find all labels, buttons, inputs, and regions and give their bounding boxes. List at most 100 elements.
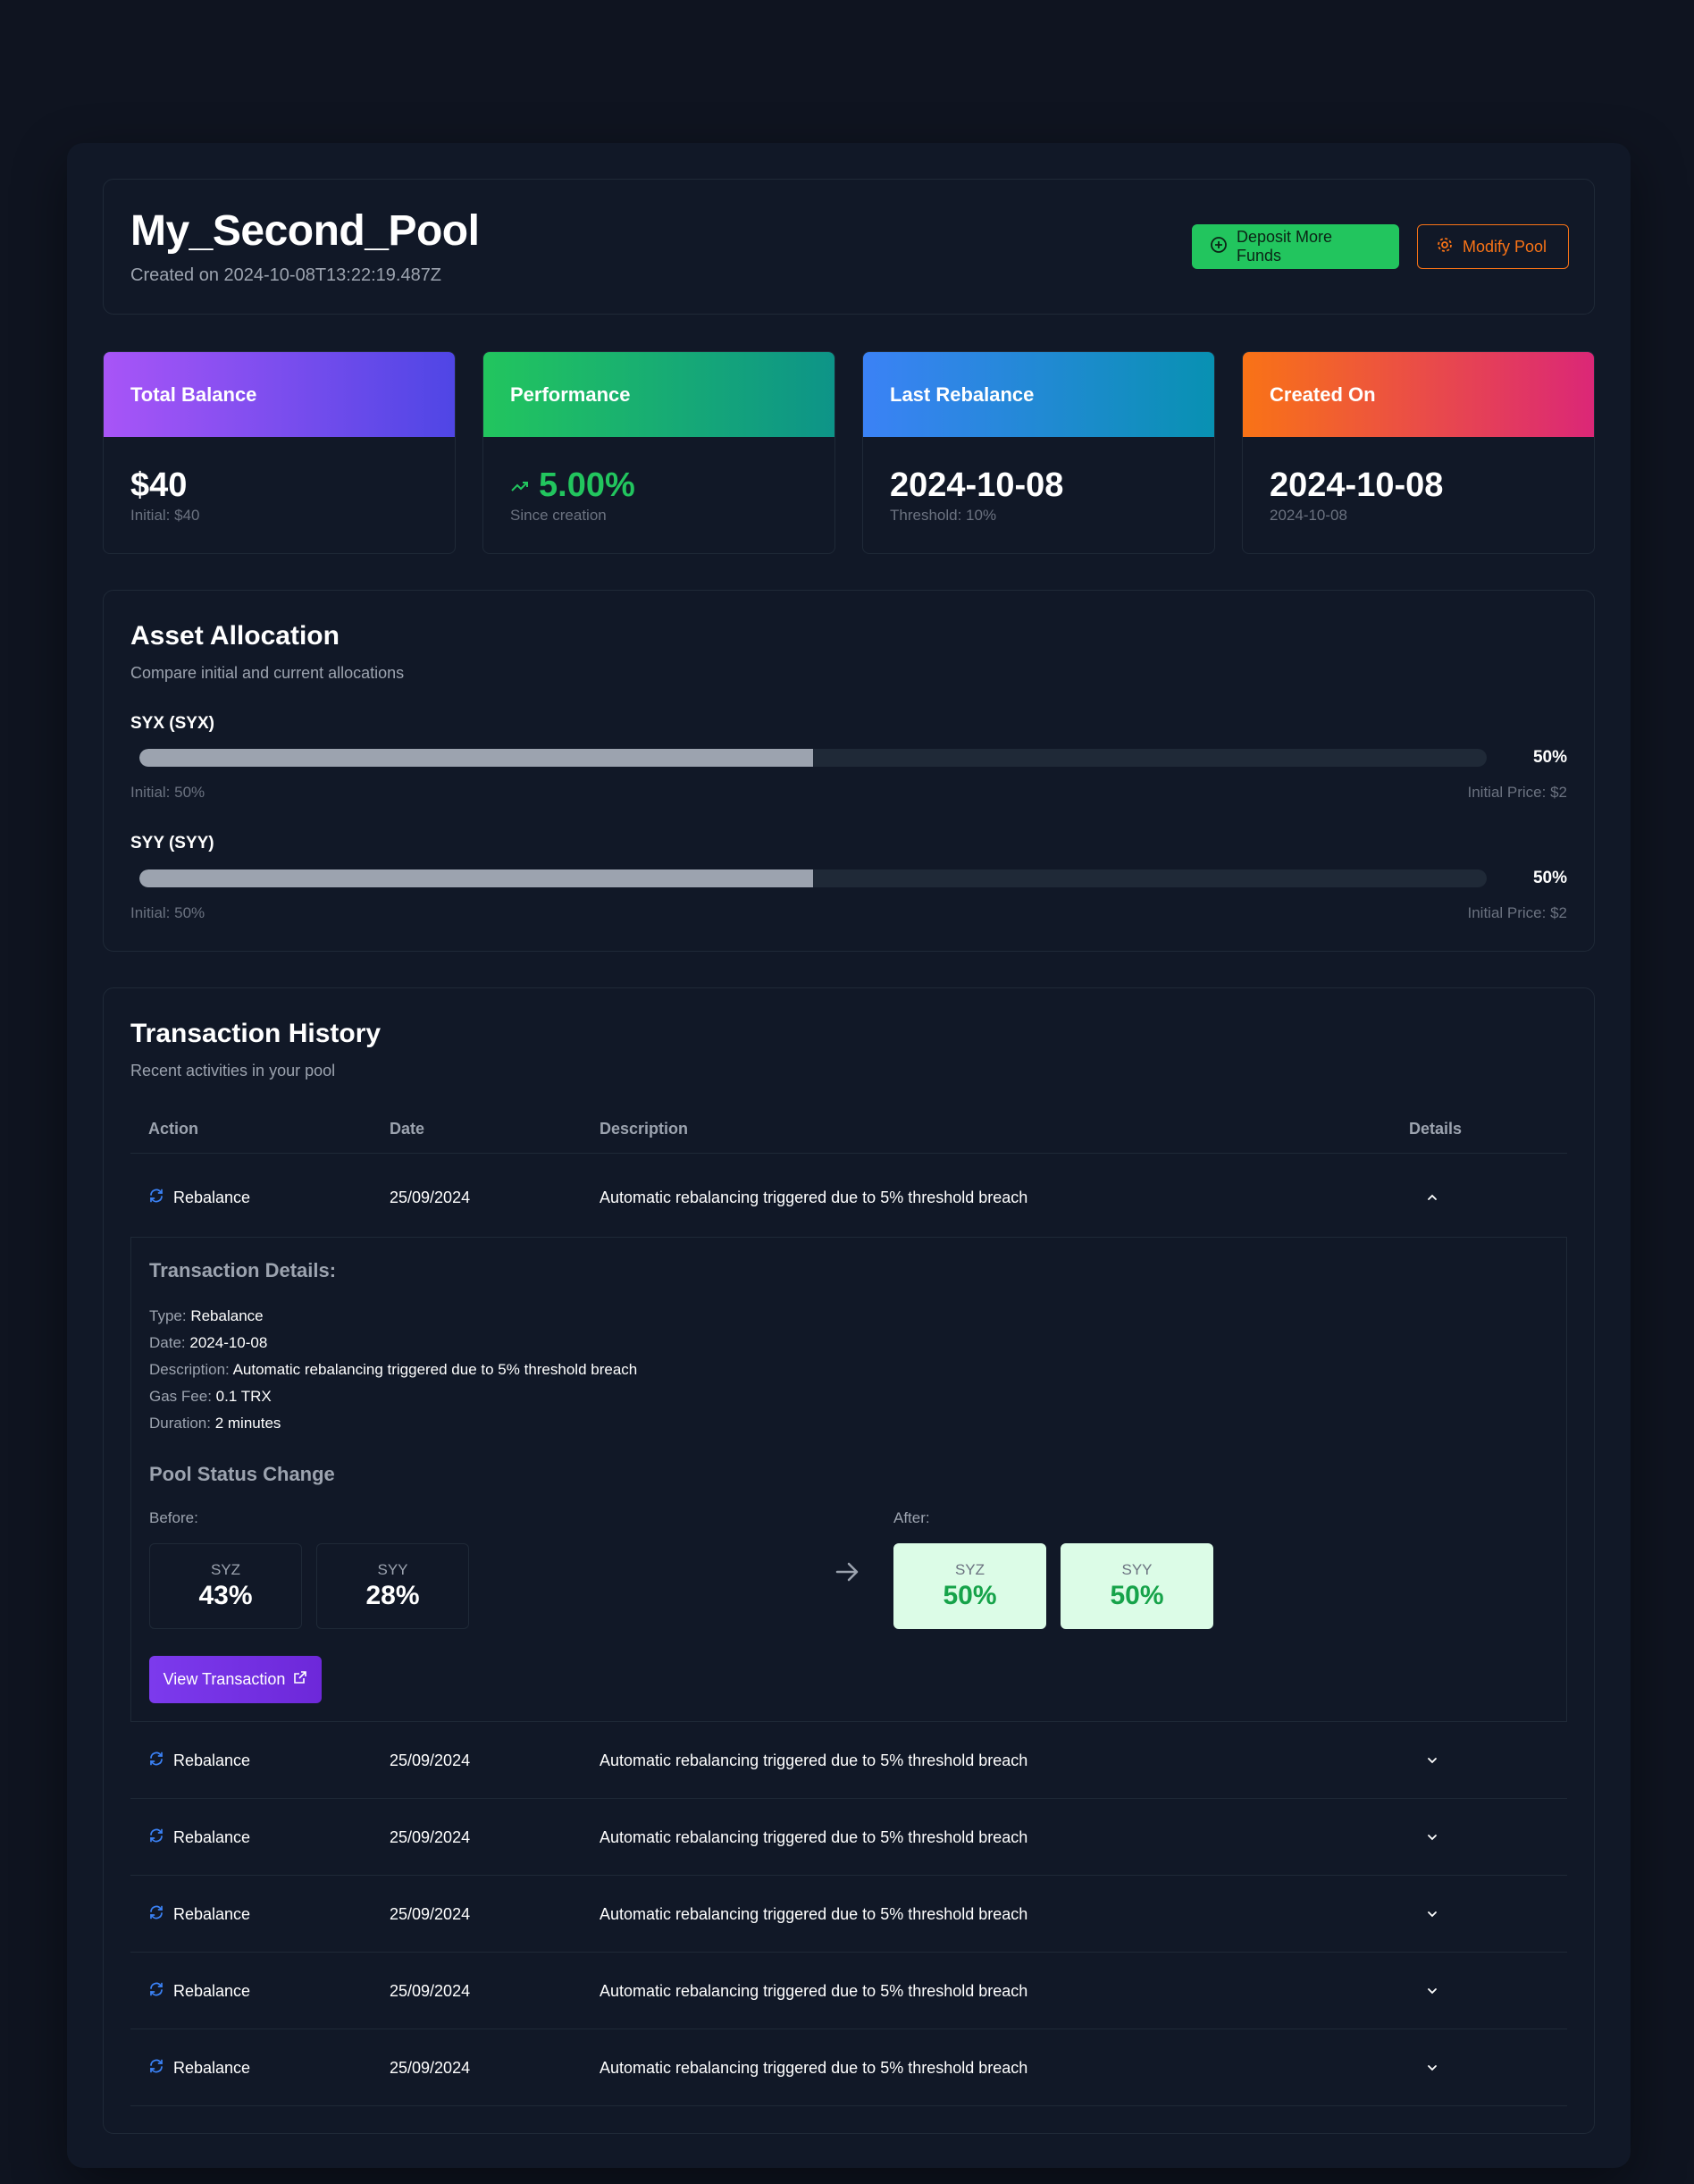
transaction-history-panel: Transaction History Recent activities in… [103, 987, 1595, 2134]
allocation-bar [139, 749, 1487, 767]
description-cell: Automatic rebalancing triggered due to 5… [600, 1751, 1028, 1769]
token-name: SYY [377, 1561, 408, 1578]
total-balance-value: $40 [130, 466, 188, 504]
section-subtitle: Recent activities in your pool [130, 1062, 336, 1079]
pool-page: My_Second_Pool Created on 2024-10-08T13:… [67, 143, 1631, 2168]
pool-header: My_Second_Pool Created on 2024-10-08T13:… [103, 179, 1595, 315]
stat-card-last-rebalance: Last Rebalance 2024-10-08 Threshold: 10% [862, 351, 1215, 554]
transaction-details-panel: Transaction Details: Type: Rebalance Dat… [130, 1237, 1567, 1722]
stat-card-title: Total Balance [104, 352, 455, 437]
stat-card-title: Performance [483, 352, 834, 437]
chevron-down-icon[interactable] [1424, 1799, 1440, 1876]
token-percent: 28% [365, 1581, 420, 1610]
after-label: After: [893, 1509, 930, 1526]
description-cell: Automatic rebalancing triggered due to 5… [600, 2058, 1028, 2077]
refresh-icon [148, 1188, 164, 1208]
pool-status-title: Pool Status Change [149, 1463, 335, 1485]
before-token-card: SYY 28% [316, 1543, 469, 1629]
refresh-icon [148, 2058, 164, 2079]
column-header-date: Date [390, 1120, 425, 1138]
action-cell: Rebalance [148, 1722, 250, 1799]
action-label: Rebalance [173, 1904, 251, 1923]
table-row[interactable]: Rebalance 25/09/2024 Automatic rebalancing… [130, 1953, 1567, 2029]
table-header: Action Date Description Details [130, 1109, 1567, 1154]
section-subtitle: Compare initial and current allocations [130, 664, 405, 682]
initial-allocation: Initial: 50% [130, 904, 205, 921]
performance-sub: Since creation [510, 507, 607, 524]
refresh-icon [148, 1981, 164, 2002]
token-name: SYY [1121, 1561, 1153, 1578]
detail-gas-fee: Gas Fee: 0.1 TRX [149, 1388, 272, 1405]
chevron-down-icon[interactable] [1424, 2029, 1440, 2106]
chevron-up-icon[interactable] [1424, 1159, 1440, 1236]
date-cell: 25/09/2024 [390, 1904, 471, 1923]
date-cell: 25/09/2024 [390, 1188, 471, 1206]
created-on-sub: 2024-10-08 [1270, 507, 1347, 524]
arrow-right-icon [834, 1558, 862, 1591]
asset-name: SYX (SYX) [130, 714, 214, 733]
action-label: Rebalance [173, 1188, 251, 1206]
asset-allocation-panel: Asset Allocation Compare initial and cur… [103, 590, 1595, 952]
stat-card-performance: Performance 5.00% Since creation [482, 351, 835, 554]
table-row[interactable]: Rebalance 25/09/2024 Automatic rebalancing… [130, 1722, 1567, 1799]
action-cell: Rebalance [148, 1953, 250, 2029]
view-transaction-button[interactable]: View Transaction [149, 1656, 322, 1703]
column-header-description: Description [600, 1120, 689, 1138]
initial-price: Initial Price: $2 [1467, 904, 1568, 921]
page-title: My_Second_Pool [130, 207, 480, 255]
allocation-bar [139, 869, 1487, 887]
allocation-bar-fill [139, 749, 813, 767]
details-title: Transaction Details: [149, 1259, 337, 1281]
asset-name: SYY (SYY) [130, 834, 214, 853]
description-cell: Automatic rebalancing triggered due to 5… [600, 1981, 1028, 2000]
description-cell: Automatic rebalancing triggered due to 5… [600, 1904, 1028, 1923]
action-cell: Rebalance [148, 1876, 250, 1953]
table-row[interactable]: Rebalance 25/09/2024 Automatic rebalancing… [130, 1159, 1567, 1236]
chevron-down-icon[interactable] [1424, 1722, 1440, 1799]
token-percent: 43% [198, 1581, 253, 1610]
date-cell: 25/09/2024 [390, 1751, 471, 1769]
action-label: Rebalance [173, 1751, 251, 1769]
after-token-card: SYZ 50% [893, 1543, 1046, 1629]
last-rebalance-value: 2024-10-08 [890, 466, 1064, 504]
action-label: Rebalance [173, 2058, 251, 2077]
stat-card-title: Last Rebalance [863, 352, 1214, 437]
refresh-icon [148, 1827, 164, 1848]
deposit-funds-button[interactable]: Deposit More Funds [1192, 224, 1399, 269]
action-cell: Rebalance [148, 1799, 250, 1876]
refresh-icon [148, 1751, 164, 1771]
token-percent: 50% [1110, 1581, 1164, 1610]
table-row[interactable]: Rebalance 25/09/2024 Automatic rebalancing… [130, 2029, 1567, 2106]
description-cell: Automatic rebalancing triggered due to 5… [600, 1188, 1028, 1206]
action-label: Rebalance [173, 1827, 251, 1846]
allocation-percent: 50% [1532, 869, 1567, 887]
table-row[interactable]: Rebalance 25/09/2024 Automatic rebalancing… [130, 1799, 1567, 1876]
action-cell: Rebalance [148, 1159, 250, 1236]
created-timestamp: Created on 2024-10-08T13:22:19.487Z [130, 265, 442, 285]
before-token-card: SYZ 43% [149, 1543, 302, 1629]
column-header-details: Details [1409, 1120, 1463, 1138]
external-link-icon [292, 1670, 307, 1690]
modify-pool-button[interactable]: Modify Pool [1417, 224, 1569, 269]
performance-value: 5.00% [539, 466, 635, 504]
stat-card-title: Created On [1243, 352, 1594, 437]
action-label: Rebalance [173, 1981, 251, 2000]
view-transaction-label: View Transaction [163, 1670, 286, 1688]
action-cell: Rebalance [148, 2029, 250, 2106]
gear-icon [1436, 236, 1454, 258]
chevron-down-icon[interactable] [1424, 1953, 1440, 2029]
allocation-percent: 50% [1532, 748, 1567, 767]
stat-card-created-on: Created On 2024-10-08 2024-10-08 [1242, 351, 1595, 554]
after-token-card: SYY 50% [1061, 1543, 1213, 1629]
deposit-funds-label: Deposit More Funds [1237, 228, 1333, 265]
table-row[interactable]: Rebalance 25/09/2024 Automatic rebalancing… [130, 1876, 1567, 1953]
token-percent: 50% [943, 1581, 997, 1610]
refresh-icon [148, 1904, 164, 1925]
date-cell: 25/09/2024 [390, 1981, 471, 2000]
date-cell: 25/09/2024 [390, 1827, 471, 1846]
stat-card-total-balance: Total Balance $40 Initial: $40 [103, 351, 456, 554]
description-cell: Automatic rebalancing triggered due to 5… [600, 1827, 1028, 1846]
allocation-bar-fill [139, 869, 813, 887]
created-on-value: 2024-10-08 [1270, 466, 1444, 504]
chevron-down-icon[interactable] [1424, 1876, 1440, 1953]
